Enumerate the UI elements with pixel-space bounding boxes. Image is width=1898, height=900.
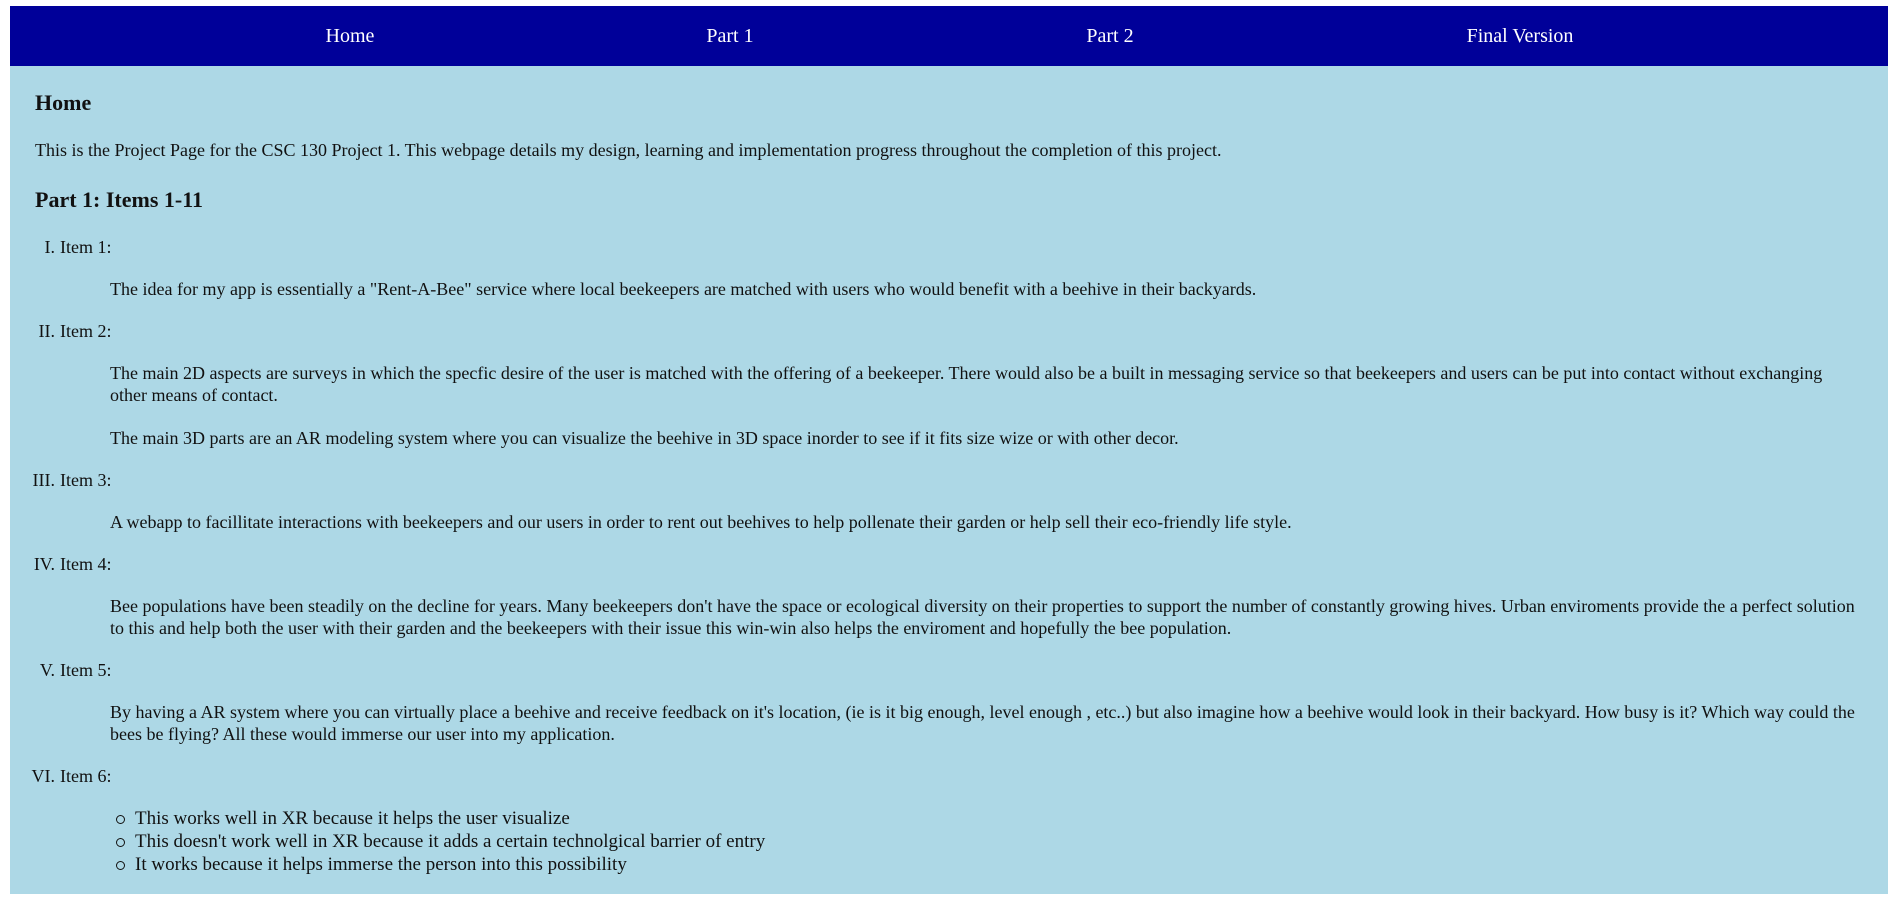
list-item: II. Item 2: The main 2D aspects are surv… [35, 320, 1863, 449]
item-bullet-list: This works well in XR because it helps t… [110, 807, 1863, 876]
item-paragraph: By having a AR system where you can virt… [110, 702, 1855, 744]
item-label: Item 1: [60, 237, 112, 257]
item-paragraph: A webapp to facillitate interactions wit… [110, 512, 1292, 532]
item-numeral: III. [32, 470, 55, 490]
list-item: VI. Item 6: This works well in XR becaus… [31, 765, 1863, 876]
item-numeral: I. [44, 237, 56, 257]
item-numeral: II. [38, 321, 56, 341]
page: Home Part 1 Part 2 Final Version Home Th… [10, 6, 1888, 894]
item-numeral: IV. [33, 554, 55, 574]
item-numeral: VI. [31, 766, 56, 786]
list-item: I. Item 1: The idea for my app is essent… [35, 236, 1863, 300]
main-content: Home This is the Project Page for the CS… [10, 90, 1888, 876]
item-paragraph: The idea for my app is essentially a "Re… [110, 279, 1257, 299]
nav-link-part-1[interactable]: Part 1 [706, 6, 753, 66]
home-intro: This is the Project Page for the CSC 130… [35, 140, 1222, 160]
item-numeral: V. [39, 660, 55, 680]
bullet-item: It works because it helps immerse the pe… [110, 853, 1863, 876]
item-paragraph: Bee populations have been steadily on th… [110, 596, 1855, 638]
nav-link-home[interactable]: Home [326, 6, 375, 66]
item-label: Item 6: [60, 766, 112, 786]
top-nav: Home Part 1 Part 2 Final Version [10, 6, 1888, 66]
nav-link-part-2[interactable]: Part 2 [1086, 6, 1133, 66]
item-label: Item 3: [60, 470, 112, 490]
bullet-item: This works well in XR because it helps t… [110, 807, 1863, 830]
list-item: V. Item 5: By having a AR system where y… [35, 659, 1863, 745]
items-list: I. Item 1: The idea for my app is essent… [31, 236, 1863, 876]
list-item: IV. Item 4: Bee populations have been st… [33, 553, 1863, 639]
part1-heading: Part 1: Items 1-11 [35, 187, 204, 212]
list-item: III. Item 3: A webapp to facillitate int… [32, 469, 1863, 533]
item-paragraph: The main 2D aspects are surveys in which… [110, 363, 1823, 405]
item-label: Item 2: [60, 321, 112, 341]
item-label: Item 4: [60, 554, 112, 574]
item-label: Item 5: [60, 660, 112, 680]
item-paragraph: The main 3D parts are an AR modeling sys… [110, 428, 1179, 448]
home-heading: Home [35, 90, 92, 115]
bullet-item: This doesn't work well in XR because it … [110, 830, 1863, 853]
nav-link-final-version[interactable]: Final Version [1467, 6, 1574, 66]
